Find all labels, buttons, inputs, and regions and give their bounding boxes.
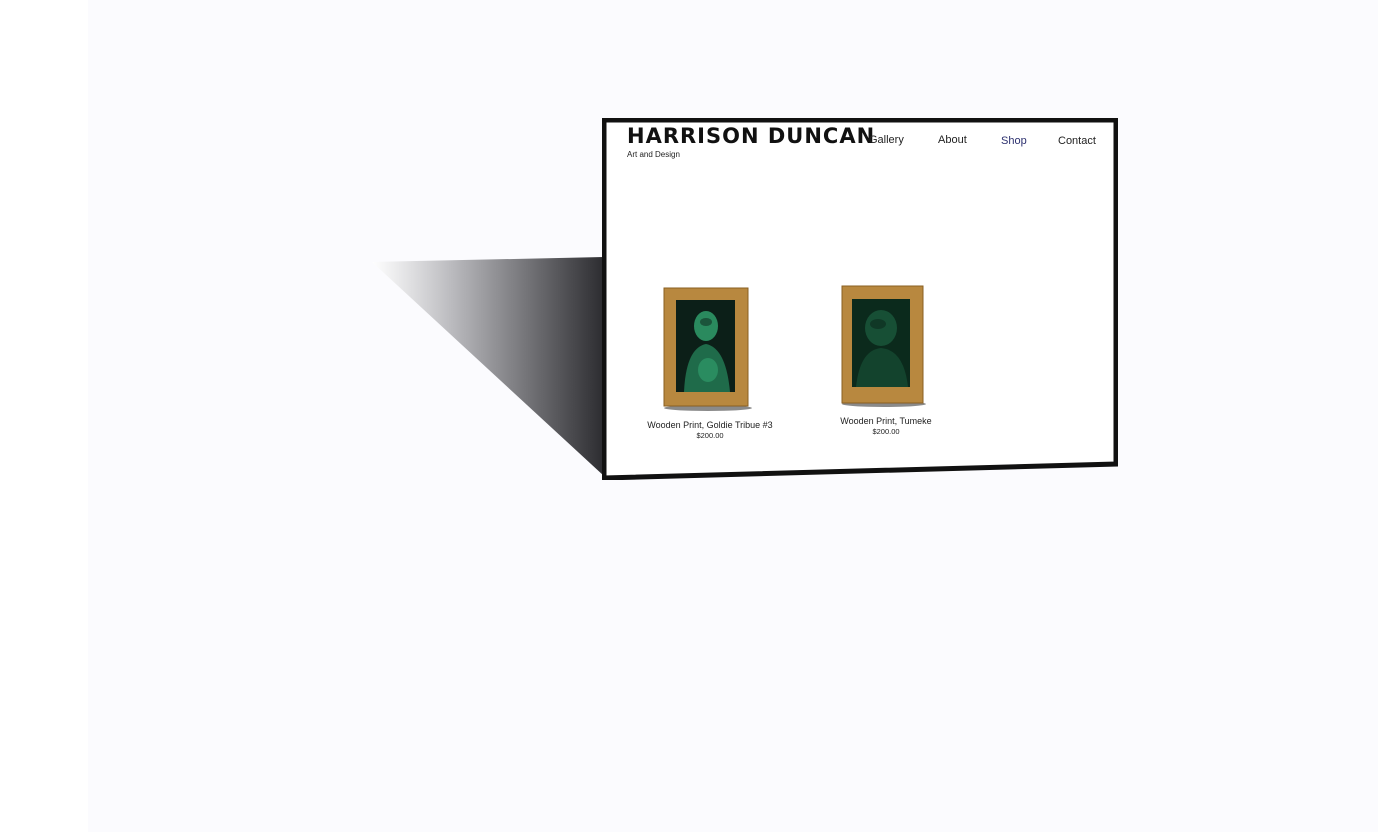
product-price: $200.00 xyxy=(696,431,724,440)
nav-gallery[interactable]: Gallery xyxy=(869,134,904,146)
product-price: $200.00 xyxy=(872,427,900,436)
nav-contact[interactable]: Contact xyxy=(1058,135,1096,147)
product-image-tumeke[interactable] xyxy=(840,284,928,408)
website-screen: HARRISON DUNCAN Art and Design Gallery A… xyxy=(602,118,1118,480)
product-card-1[interactable]: Wooden Print, Goldie Tribue #3 $200.00 xyxy=(642,420,778,440)
product-card-2[interactable]: Wooden Print, Tumeke $200.00 xyxy=(818,416,954,436)
site-title[interactable]: HARRISON DUNCAN xyxy=(627,124,875,148)
product-name[interactable]: Wooden Print, Goldie Tribue #3 xyxy=(642,420,778,430)
brand[interactable]: HARRISON DUNCAN Art and Design xyxy=(627,124,875,159)
product-image-goldie[interactable] xyxy=(662,286,754,412)
product-name[interactable]: Wooden Print, Tumeke xyxy=(818,416,954,426)
site-subtitle: Art and Design xyxy=(627,150,680,159)
nav-about[interactable]: About xyxy=(938,134,967,146)
nav-shop[interactable]: Shop xyxy=(1001,135,1027,147)
